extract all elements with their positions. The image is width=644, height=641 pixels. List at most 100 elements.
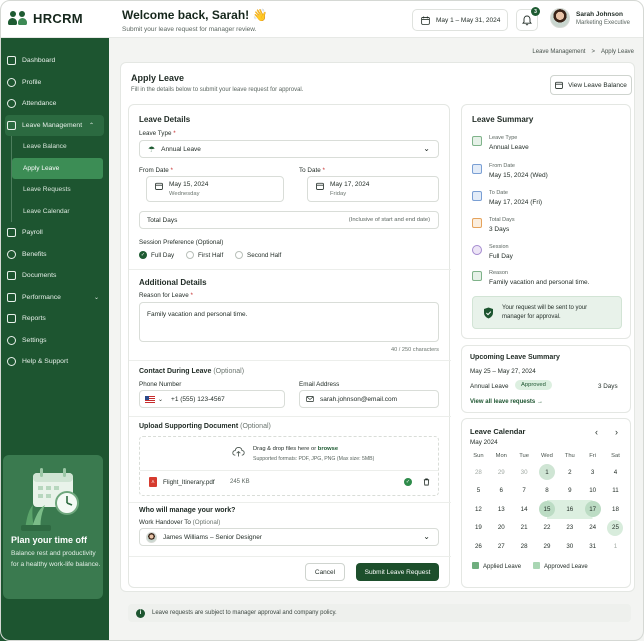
sidebar-subitem-leave-calendar[interactable]: Leave Calendar	[12, 201, 109, 223]
handover-select[interactable]: James Williams – Senior Designer ⌄	[139, 528, 439, 546]
sidebar-item-performance[interactable]: Performance ⌄	[0, 287, 109, 309]
sidebar-item-profile[interactable]: Profile	[0, 72, 109, 94]
view-leave-balance-button[interactable]: View Leave Balance	[550, 75, 632, 95]
browse-link[interactable]: browse	[318, 446, 338, 452]
leave-summary-card: Leave Summary Leave Type Annual Leave Fro…	[461, 104, 631, 339]
view-all-leave-requests-link[interactable]: View all leave requests →	[470, 399, 543, 405]
check-circle-icon: ✓	[404, 478, 412, 486]
from-date-input[interactable]: May 15, 2024 Wednesday	[146, 176, 284, 202]
sidebar-item-reports[interactable]: Reports	[0, 308, 109, 330]
chart-icon	[7, 292, 16, 302]
optional-tag: (Optional)	[192, 519, 221, 526]
file-dropzone[interactable]: Drag & drop files here or browse Support…	[139, 436, 439, 496]
calendar-day[interactable]: 29	[536, 537, 559, 556]
notifications-button[interactable]: 3	[516, 7, 540, 31]
breadcrumb-parent[interactable]: Leave Management	[532, 49, 585, 55]
cancel-button[interactable]: Cancel	[305, 563, 345, 581]
calendar-day[interactable]: 31	[581, 537, 604, 556]
policy-footer-text: Leave requests are subject to manager ap…	[152, 610, 337, 616]
calendar-day[interactable]: 8	[536, 482, 559, 501]
calendar-day[interactable]: 13	[490, 500, 513, 519]
view-leave-balance-label: View Leave Balance	[568, 81, 627, 89]
check-icon: ✓	[139, 251, 147, 259]
calendar-day[interactable]: 16	[558, 500, 582, 519]
view-all-link-text: View all leave requests	[470, 399, 536, 405]
manage-work-title: Who will manage your work?	[139, 507, 236, 514]
session-full-day-radio[interactable]: ✓ Full Day	[139, 251, 174, 259]
sidebar-item-dashboard[interactable]: Dashboard	[0, 50, 109, 72]
chevron-right-icon[interactable]: ›	[615, 427, 618, 437]
calendar-day[interactable]: 30	[558, 537, 581, 556]
calendar-day[interactable]: 22	[536, 519, 559, 538]
sidebar-item-leave-management[interactable]: Leave Management ⌃	[5, 114, 104, 136]
wallet-icon	[7, 228, 16, 238]
sidebar-subitem-apply-leave[interactable]: Apply Leave	[12, 157, 103, 179]
calendar-day[interactable]: 1	[536, 463, 559, 482]
calendar-weekday: Wed	[541, 453, 553, 459]
calendar-day[interactable]: 6	[490, 482, 513, 501]
calendar-day[interactable]: 10	[581, 482, 604, 501]
calendar-day[interactable]: 24	[581, 519, 604, 538]
reason-textarea[interactable]: Family vacation and personal time.	[139, 302, 439, 342]
calendar-day[interactable]: 20	[490, 519, 513, 538]
calendar-day[interactable]: 11	[604, 482, 627, 501]
logo[interactable]: HRCRM	[8, 10, 83, 26]
submit-leave-request-button[interactable]: Submit Leave Request	[356, 563, 439, 581]
calendar-day[interactable]: 12	[467, 500, 490, 519]
radio-circle-icon	[186, 251, 194, 259]
promo-text: Balance rest and productivity for a heal…	[11, 550, 101, 568]
session-option-label: Full Day	[151, 251, 175, 259]
calendar-day[interactable]: 26	[467, 537, 490, 556]
calendar-day[interactable]: 28	[467, 463, 490, 482]
calendar-day[interactable]: 27	[490, 537, 513, 556]
calendar-day[interactable]: 19	[467, 519, 490, 538]
sidebar-item-label: Help & Support	[22, 358, 69, 366]
calendar-day[interactable]: 18	[604, 500, 627, 519]
sidebar-item-payroll[interactable]: Payroll	[0, 222, 109, 244]
session-second-half-radio[interactable]: Second Half	[235, 251, 281, 259]
phone-input[interactable]: ⌄ +1 (555) 123-4567	[139, 390, 285, 408]
clock-icon	[472, 245, 482, 255]
calendar-day[interactable]: 28	[513, 537, 536, 556]
calendar-day[interactable]: 2	[558, 463, 581, 482]
calendar-day[interactable]: 15	[535, 500, 559, 519]
calendar-day[interactable]: 4	[604, 463, 627, 482]
calendar-day[interactable]: 30	[513, 463, 536, 482]
leave-type-select[interactable]: ☂ Annual Leave ⌄	[139, 140, 439, 158]
calendar-day[interactable]: 23	[558, 519, 581, 538]
date-range-picker[interactable]: May 1 – May 31, 2024	[412, 9, 508, 31]
calendar-day[interactable]: 14	[513, 500, 536, 519]
sidebar-item-documents[interactable]: Documents	[0, 265, 109, 287]
sidebar: Dashboard Profile Attendance Leave Manag…	[0, 38, 109, 641]
sidebar-item-help[interactable]: Help & Support	[0, 351, 109, 373]
calendar-day[interactable]: 3	[581, 463, 604, 482]
sidebar-item-label: Leave Management	[22, 121, 83, 129]
sidebar-item-benefits[interactable]: Benefits	[0, 244, 109, 266]
sidebar-item-settings[interactable]: Settings	[0, 330, 109, 352]
calendar-icon	[555, 81, 563, 89]
calendar-day[interactable]: 7	[513, 482, 536, 501]
calendar-day[interactable]: 1	[604, 537, 627, 556]
email-input[interactable]: sarah.johnson@email.com	[299, 390, 439, 408]
calendar-day-number: 1	[538, 464, 555, 481]
calendar-day[interactable]: 25	[604, 519, 627, 538]
to-date-input[interactable]: May 17, 2024 Friday	[307, 176, 439, 202]
sidebar-subitem-leave-balance[interactable]: Leave Balance	[12, 136, 109, 158]
summary-value: May 17, 2024 (Fri)	[489, 199, 543, 206]
calendar-day[interactable]: 17	[581, 500, 605, 519]
user-menu[interactable]: Sarah Johnson Marketing Executive	[550, 8, 630, 28]
calendar-day[interactable]: 29	[490, 463, 513, 482]
calendar-day[interactable]: 21	[513, 519, 536, 538]
sidebar-item-label: Profile	[22, 78, 42, 86]
calendar-day[interactable]: 5	[467, 482, 490, 501]
calendar-day[interactable]: 9	[558, 482, 581, 501]
sidebar-item-attendance[interactable]: Attendance	[0, 93, 109, 115]
page-subtitle: Fill in the details below to submit your…	[131, 87, 304, 93]
app-root: HRCRM Welcome back, Sarah! 👋 Submit your…	[0, 0, 644, 641]
trash-icon[interactable]	[423, 478, 430, 486]
leave-submenu: Leave Balance Apply Leave Leave Requests…	[11, 136, 109, 222]
sidebar-subitem-leave-requests[interactable]: Leave Requests	[12, 179, 109, 201]
session-first-half-radio[interactable]: First Half	[186, 251, 223, 259]
shield-check-icon	[484, 307, 493, 318]
chevron-left-icon[interactable]: ‹	[595, 427, 598, 437]
